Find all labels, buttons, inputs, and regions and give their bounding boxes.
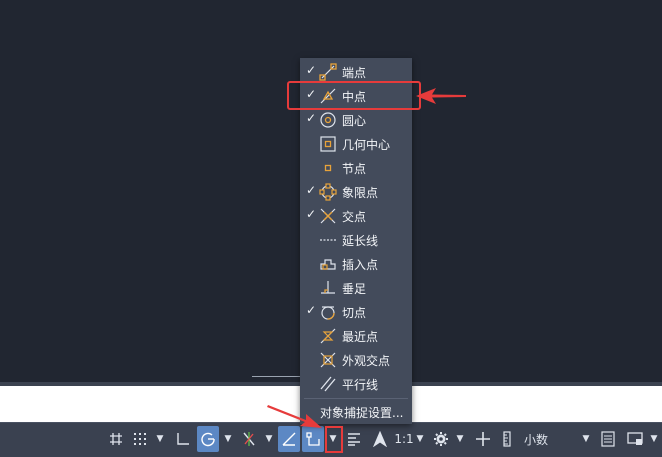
isodraft-icon — [243, 432, 255, 446]
monitor-icon — [627, 432, 643, 445]
menu-item-label: 端点 — [342, 66, 367, 80]
menu-item-label: 插入点 — [342, 258, 379, 272]
endpoint-icon — [319, 63, 337, 81]
menu-item-label: 最近点 — [342, 330, 379, 344]
osnap-item-insertion[interactable]: 插入点 — [300, 252, 412, 276]
object-snap-icon — [306, 432, 320, 446]
menu-item-label: 切点 — [342, 306, 367, 320]
geometric-center-icon — [320, 136, 336, 152]
osnap-item-parallel[interactable]: 平行线 — [300, 372, 412, 396]
osnap-item-perpendicular[interactable]: 垂足 — [300, 276, 412, 300]
ortho-icon[interactable] — [172, 426, 194, 452]
menu-item-label: 圆心 — [342, 114, 367, 128]
check-icon: ✓ — [306, 303, 317, 317]
menu-item-label: 象限点 — [342, 186, 379, 200]
apparent-intersection-icon — [320, 352, 336, 368]
object-snap-menu: ✓ 端点 ✓ 中点 ✓ 圆心 几何中心 节点 ✓ 象限点 ✓ 交点 延长线 插入… — [300, 58, 412, 424]
osnap-item-center[interactable]: ✓ 圆心 — [300, 108, 412, 132]
units-value[interactable]: 小数 — [524, 426, 564, 452]
menu-item-label: 垂足 — [342, 282, 367, 296]
polar-dropdown-arrow[interactable]: ▼ — [221, 426, 235, 452]
check-icon: ✓ — [306, 111, 317, 125]
annotation-scale-button[interactable] — [369, 426, 391, 452]
snap-mode-icon[interactable] — [130, 426, 150, 452]
lineweight-icon — [348, 433, 360, 446]
workspace-dropdown-arrow[interactable]: ▼ — [454, 426, 466, 452]
pointer-arrow-icon — [267, 405, 322, 428]
osnap-item-tangent[interactable]: ✓ 切点 — [300, 300, 412, 324]
add-crosshair-button[interactable] — [472, 426, 494, 452]
grid-icon[interactable] — [106, 426, 126, 452]
check-icon: ✓ — [306, 63, 317, 77]
annotation-scale-value[interactable]: 1:1 — [394, 426, 414, 452]
menu-item-label: 几何中心 — [342, 138, 391, 152]
center-icon — [320, 112, 336, 128]
nearest-icon — [320, 328, 336, 344]
check-icon: ✓ — [306, 183, 317, 197]
midpoint-highlight-box — [287, 81, 421, 110]
pointer-arrow-icon — [416, 88, 466, 104]
osnap-item-quadrant[interactable]: ✓ 象限点 — [300, 180, 412, 204]
display-dropdown-arrow[interactable]: ▼ — [648, 426, 660, 452]
grid-icon — [110, 433, 122, 445]
menu-item-label: 平行线 — [342, 378, 379, 392]
workspace-gear-button[interactable] — [430, 426, 452, 452]
extension-icon — [320, 239, 336, 241]
quick-properties-button[interactable] — [598, 426, 618, 452]
osnap-item-geometric-center[interactable]: 几何中心 — [300, 132, 412, 156]
insertion-icon — [320, 259, 336, 270]
properties-icon — [601, 431, 615, 447]
osnap-settings-label: 对象捕捉设置... — [320, 406, 404, 420]
osnap-item-node[interactable]: 节点 — [300, 156, 412, 180]
menu-item-label: 外观交点 — [342, 354, 391, 368]
snap-dropdown-arrow[interactable]: ▼ — [153, 426, 167, 452]
intersection-icon — [320, 208, 336, 224]
node-icon — [324, 164, 332, 172]
gear-icon — [434, 432, 448, 446]
scale-dropdown-arrow[interactable]: ▼ — [414, 426, 426, 452]
units-dropdown-arrow[interactable]: ▼ — [580, 426, 592, 452]
menu-item-label: 交点 — [342, 210, 367, 224]
osnap-item-extension[interactable]: 延长线 — [300, 228, 412, 252]
osnap-item-apparent-intersection[interactable]: 外观交点 — [300, 348, 412, 372]
snap-dots-icon — [134, 433, 146, 445]
plus-icon — [476, 432, 490, 446]
units-button[interactable] — [500, 426, 516, 452]
check-icon: ✓ — [306, 207, 317, 221]
menu-separator — [304, 398, 408, 399]
parallel-icon — [320, 376, 336, 392]
polar-tracking-icon — [201, 432, 215, 447]
drawing-line — [252, 376, 300, 377]
osnap-item-nearest[interactable]: 最近点 — [300, 324, 412, 348]
menu-item-label: 节点 — [342, 162, 367, 176]
polar-tracking-button[interactable] — [197, 426, 219, 452]
ortho-mode-icon — [177, 433, 189, 445]
osnap-arrow-highlight-box — [325, 426, 343, 453]
display-button[interactable] — [624, 426, 646, 452]
lineweight-button[interactable] — [343, 426, 365, 452]
osnap-item-intersection[interactable]: ✓ 交点 — [300, 204, 412, 228]
object-snap-tracking-icon — [282, 432, 296, 446]
annotation-icon — [373, 431, 387, 447]
perpendicular-icon — [321, 281, 335, 294]
isodraft-button[interactable] — [238, 426, 260, 452]
menu-item-label: 延长线 — [342, 234, 379, 248]
quadrant-icon — [319, 183, 337, 201]
tangent-icon — [321, 306, 335, 320]
ruler-icon — [503, 431, 511, 447]
